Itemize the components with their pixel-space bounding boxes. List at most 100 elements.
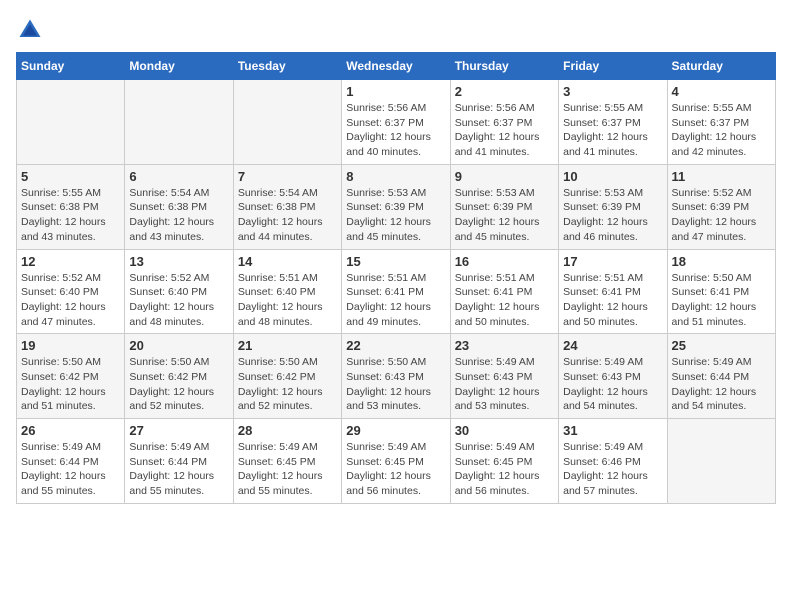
day-info: Sunrise: 5:52 AMSunset: 6:40 PMDaylight:… (129, 271, 228, 330)
day-number: 25 (672, 338, 771, 353)
calendar-cell: 12 Sunrise: 5:52 AMSunset: 6:40 PMDayligh… (17, 249, 125, 334)
calendar-cell: 19Sunrise: 5:50 AMSunset: 6:42 PMDayligh… (17, 334, 125, 419)
day-number: 13 (129, 254, 228, 269)
logo-icon (16, 16, 44, 44)
day-number: 21 (238, 338, 337, 353)
calendar-cell: 1 Sunrise: 5:56 AMSunset: 6:37 PMDaylight… (342, 80, 450, 165)
calendar-cell: 10 Sunrise: 5:53 AMSunset: 6:39 PMDayligh… (559, 164, 667, 249)
calendar-week-row: 1 Sunrise: 5:56 AMSunset: 6:37 PMDaylight… (17, 80, 776, 165)
calendar-cell: 3 Sunrise: 5:55 AMSunset: 6:37 PMDaylight… (559, 80, 667, 165)
day-info: Sunrise: 5:52 AMSunset: 6:40 PMDaylight:… (21, 271, 120, 330)
calendar-cell: 15 Sunrise: 5:51 AMSunset: 6:41 PMDayligh… (342, 249, 450, 334)
day-number: 15 (346, 254, 445, 269)
calendar-cell (17, 80, 125, 165)
day-info: Sunrise: 5:54 AMSunset: 6:38 PMDaylight:… (129, 186, 228, 245)
day-info: Sunrise: 5:50 AMSunset: 6:42 PMDaylight:… (238, 355, 337, 414)
calendar-week-row: 26 Sunrise: 5:49 AMSunset: 6:44 PMDayligh… (17, 419, 776, 504)
day-info: Sunrise: 5:49 AMSunset: 6:44 PMDaylight:… (672, 355, 771, 414)
weekday-header-thursday: Thursday (450, 53, 558, 80)
day-number: 7 (238, 169, 337, 184)
day-number: 4 (672, 84, 771, 99)
day-number: 11 (672, 169, 771, 184)
day-number: 23 (455, 338, 554, 353)
day-info: Sunrise: 5:50 AMSunset: 6:43 PMDaylight:… (346, 355, 445, 414)
day-number: 9 (455, 169, 554, 184)
day-info: Sunrise: 5:50 AMSunset: 6:42 PMDaylight:… (129, 355, 228, 414)
day-info: Sunrise: 5:51 AMSunset: 6:41 PMDaylight:… (455, 271, 554, 330)
day-info: Sunrise: 5:49 AMSunset: 6:43 PMDaylight:… (563, 355, 662, 414)
day-number: 26 (21, 423, 120, 438)
day-number: 12 (21, 254, 120, 269)
day-number: 16 (455, 254, 554, 269)
calendar-cell: 30 Sunrise: 5:49 AMSunset: 6:45 PMDayligh… (450, 419, 558, 504)
calendar-cell: 25 Sunrise: 5:49 AMSunset: 6:44 PMDayligh… (667, 334, 775, 419)
calendar-cell: 13 Sunrise: 5:52 AMSunset: 6:40 PMDayligh… (125, 249, 233, 334)
day-info: Sunrise: 5:52 AMSunset: 6:39 PMDaylight:… (672, 186, 771, 245)
calendar-cell (125, 80, 233, 165)
day-info: Sunrise: 5:55 AMSunset: 6:37 PMDaylight:… (563, 101, 662, 160)
calendar-cell: 5 Sunrise: 5:55 AMSunset: 6:38 PMDaylight… (17, 164, 125, 249)
day-info: Sunrise: 5:53 AMSunset: 6:39 PMDaylight:… (346, 186, 445, 245)
day-number: 1 (346, 84, 445, 99)
day-info: Sunrise: 5:54 AMSunset: 6:38 PMDaylight:… (238, 186, 337, 245)
calendar-cell (233, 80, 341, 165)
calendar-cell: 18 Sunrise: 5:50 AMSunset: 6:41 PMDayligh… (667, 249, 775, 334)
calendar-week-row: 12 Sunrise: 5:52 AMSunset: 6:40 PMDayligh… (17, 249, 776, 334)
day-number: 31 (563, 423, 662, 438)
weekday-header-saturday: Saturday (667, 53, 775, 80)
day-info: Sunrise: 5:49 AMSunset: 6:44 PMDaylight:… (21, 440, 120, 499)
calendar-cell: 11 Sunrise: 5:52 AMSunset: 6:39 PMDayligh… (667, 164, 775, 249)
day-info: Sunrise: 5:55 AMSunset: 6:38 PMDaylight:… (21, 186, 120, 245)
day-info: Sunrise: 5:51 AMSunset: 6:40 PMDaylight:… (238, 271, 337, 330)
calendar-cell: 6Sunrise: 5:54 AMSunset: 6:38 PMDaylight… (125, 164, 233, 249)
day-info: Sunrise: 5:53 AMSunset: 6:39 PMDaylight:… (455, 186, 554, 245)
calendar-week-row: 5 Sunrise: 5:55 AMSunset: 6:38 PMDaylight… (17, 164, 776, 249)
calendar-week-row: 19Sunrise: 5:50 AMSunset: 6:42 PMDayligh… (17, 334, 776, 419)
calendar-cell: 4 Sunrise: 5:55 AMSunset: 6:37 PMDaylight… (667, 80, 775, 165)
day-info: Sunrise: 5:49 AMSunset: 6:45 PMDaylight:… (346, 440, 445, 499)
calendar-cell: 31 Sunrise: 5:49 AMSunset: 6:46 PMDayligh… (559, 419, 667, 504)
day-number: 28 (238, 423, 337, 438)
calendar-cell: 23 Sunrise: 5:49 AMSunset: 6:43 PMDayligh… (450, 334, 558, 419)
day-number: 5 (21, 169, 120, 184)
day-number: 14 (238, 254, 337, 269)
day-number: 3 (563, 84, 662, 99)
day-number: 22 (346, 338, 445, 353)
day-info: Sunrise: 5:49 AMSunset: 6:46 PMDaylight:… (563, 440, 662, 499)
calendar-cell: 28 Sunrise: 5:49 AMSunset: 6:45 PMDayligh… (233, 419, 341, 504)
calendar-cell: 20 Sunrise: 5:50 AMSunset: 6:42 PMDayligh… (125, 334, 233, 419)
weekday-header-wednesday: Wednesday (342, 53, 450, 80)
day-info: Sunrise: 5:56 AMSunset: 6:37 PMDaylight:… (455, 101, 554, 160)
day-info: Sunrise: 5:50 AMSunset: 6:41 PMDaylight:… (672, 271, 771, 330)
day-info: Sunrise: 5:51 AMSunset: 6:41 PMDaylight:… (346, 271, 445, 330)
day-number: 30 (455, 423, 554, 438)
day-info: Sunrise: 5:53 AMSunset: 6:39 PMDaylight:… (563, 186, 662, 245)
weekday-header-monday: Monday (125, 53, 233, 80)
calendar-cell (667, 419, 775, 504)
day-number: 2 (455, 84, 554, 99)
day-info: Sunrise: 5:56 AMSunset: 6:37 PMDaylight:… (346, 101, 445, 160)
calendar-cell: 21 Sunrise: 5:50 AMSunset: 6:42 PMDayligh… (233, 334, 341, 419)
day-number: 29 (346, 423, 445, 438)
day-info: Sunrise: 5:55 AMSunset: 6:37 PMDaylight:… (672, 101, 771, 160)
day-number: 20 (129, 338, 228, 353)
calendar-cell: 26 Sunrise: 5:49 AMSunset: 6:44 PMDayligh… (17, 419, 125, 504)
day-number: 10 (563, 169, 662, 184)
calendar-cell: 7 Sunrise: 5:54 AMSunset: 6:38 PMDaylight… (233, 164, 341, 249)
day-info: Sunrise: 5:49 AMSunset: 6:45 PMDaylight:… (455, 440, 554, 499)
day-info: Sunrise: 5:51 AMSunset: 6:41 PMDaylight:… (563, 271, 662, 330)
calendar-cell: 8 Sunrise: 5:53 AMSunset: 6:39 PMDaylight… (342, 164, 450, 249)
calendar-cell: 27Sunrise: 5:49 AMSunset: 6:44 PMDayligh… (125, 419, 233, 504)
day-number: 24 (563, 338, 662, 353)
day-info: Sunrise: 5:49 AMSunset: 6:43 PMDaylight:… (455, 355, 554, 414)
calendar-cell: 9 Sunrise: 5:53 AMSunset: 6:39 PMDaylight… (450, 164, 558, 249)
day-info: Sunrise: 5:49 AMSunset: 6:45 PMDaylight:… (238, 440, 337, 499)
weekday-header-friday: Friday (559, 53, 667, 80)
calendar-cell: 17 Sunrise: 5:51 AMSunset: 6:41 PMDayligh… (559, 249, 667, 334)
day-number: 17 (563, 254, 662, 269)
day-number: 8 (346, 169, 445, 184)
page-header (16, 16, 776, 44)
calendar-cell: 29 Sunrise: 5:49 AMSunset: 6:45 PMDayligh… (342, 419, 450, 504)
day-number: 18 (672, 254, 771, 269)
calendar-cell: 16 Sunrise: 5:51 AMSunset: 6:41 PMDayligh… (450, 249, 558, 334)
